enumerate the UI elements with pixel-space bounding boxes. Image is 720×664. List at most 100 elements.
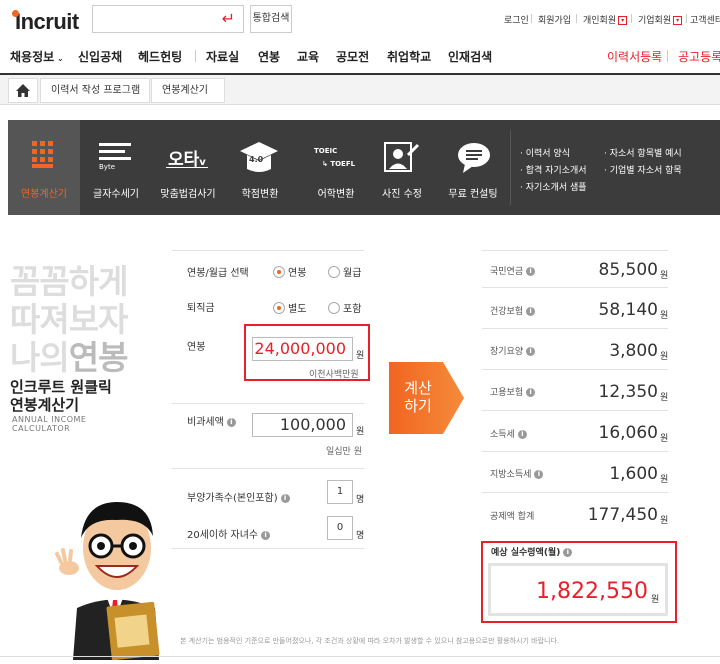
mascot-illustration (55, 502, 160, 660)
tool-free-consulting[interactable]: 무료 컨설팅 (438, 185, 508, 200)
radio-icon[interactable] (328, 301, 340, 314)
result-label-local-tax: 지방소득세 i (490, 467, 544, 480)
divider (172, 468, 364, 469)
info-icon[interactable]: i (261, 530, 271, 540)
info-icon[interactable]: i (563, 548, 573, 557)
nontax-unit: 원 (356, 427, 365, 437)
promo-title2: 연봉계산기 (10, 396, 80, 414)
radio-icon[interactable] (273, 265, 285, 278)
link-item-examples[interactable]: · 자소서 항목별 예시 (604, 146, 682, 159)
incruit-logo[interactable]: Incruit (10, 9, 79, 35)
link-resume-form[interactable]: · 이력서 양식 (520, 146, 570, 159)
breadcrumb-salary-calculator[interactable]: 연봉계산기 (151, 78, 225, 103)
info-icon[interactable]: i (280, 493, 290, 503)
result-value-income-tax: 16,060 (598, 423, 658, 443)
info-icon[interactable]: i (526, 307, 536, 316)
gnb-item-job-school[interactable]: 취업학교 (387, 48, 431, 65)
link-pass-self-intro[interactable]: · 합격 자기소개서 (520, 163, 587, 176)
tool-salary-calculator[interactable]: 연봉계산기 (8, 185, 80, 200)
signup-link[interactable]: 회원가입 (538, 13, 571, 26)
divider (172, 403, 364, 404)
children-input[interactable]: 0 (327, 516, 353, 540)
divider (510, 130, 511, 205)
result-label-pension: 국민연금 i (490, 264, 536, 277)
radio-included[interactable]: 포함 (328, 297, 361, 316)
gnb-job-post-register[interactable]: 공고등록 (678, 48, 720, 65)
info-icon[interactable]: i (534, 470, 544, 479)
info-icon[interactable]: i (526, 267, 536, 276)
enter-arrow-icon[interactable]: ↵ (222, 9, 235, 28)
won-unit: 원 (660, 311, 669, 321)
dependents-unit: 명 (356, 495, 365, 505)
typo-underline (166, 167, 208, 168)
search-button[interactable]: 통합검색 (250, 5, 292, 33)
divider (172, 250, 364, 251)
radio-separate[interactable]: 별도 (273, 297, 306, 316)
personal-member-link[interactable]: 개인회원 ▾ (583, 13, 628, 26)
gnb-resume-register[interactable]: 이력서등록 (607, 48, 662, 65)
chat-bubble-icon (458, 143, 490, 173)
gnb-item-headhunting[interactable]: 헤드헌팅 (138, 48, 182, 65)
divider (631, 14, 632, 23)
tool-char-count[interactable]: 글자수세기 (80, 185, 152, 200)
login-link[interactable]: 로그인 (504, 13, 529, 26)
gnb-item-salary[interactable]: 연봉 (258, 48, 280, 65)
search-input[interactable]: ↵ (92, 5, 244, 33)
dropdown-icon[interactable]: ▾ (673, 16, 683, 25)
won-unit: 원 (660, 393, 669, 403)
gnb-item-resources[interactable]: 자료실 (206, 48, 239, 65)
salary-label: 연봉 (187, 342, 206, 353)
won-unit: 원 (660, 352, 669, 362)
net-pay-unit: 원 (651, 595, 660, 605)
children-label: 20세이하 자녀수 i (187, 526, 271, 541)
tool-language-convert[interactable]: 어학변환 (296, 185, 376, 200)
page: Incruit ↵ 통합검색 로그인 회원가입 개인회원 ▾ 기업회원 ▾ 고객센터… (0, 0, 720, 664)
result-value-pension: 85,500 (598, 260, 658, 280)
gnb-item-contest[interactable]: 공모전 (336, 48, 369, 65)
gnb-item-jobs[interactable]: 채용정보 ⌄ (10, 48, 64, 65)
gnb-item-new-recruit[interactable]: 신입공채 (78, 48, 122, 65)
promo-line3: 나의연봉 (10, 338, 128, 377)
dependents-input[interactable]: 1 (327, 480, 353, 504)
info-icon[interactable]: i (517, 430, 527, 439)
won-unit: 원 (660, 271, 669, 281)
divider (482, 287, 668, 288)
tool-grade-convert[interactable]: 학점변환 (224, 185, 296, 200)
home-button[interactable] (8, 78, 38, 103)
nontax-input[interactable]: 100,000 (252, 413, 353, 437)
radio-annual[interactable]: 연봉 (273, 261, 306, 280)
disclaimer: 본 계산기는 범용적인 기준으로 만들어졌으나, 각 조건과 상황에 따라 오차… (180, 637, 560, 645)
company-member-link[interactable]: 기업회원 ▾ (638, 13, 683, 26)
toeic-toefl-icon: TOEIC ↳ TOEFL (314, 147, 356, 168)
tool-spell-check[interactable]: 맞춤법검사기 (152, 185, 224, 200)
salary-input[interactable]: 24,000,000 (252, 337, 353, 361)
won-unit: 원 (660, 516, 669, 526)
promo-sub2: CALCULATOR (12, 424, 71, 433)
divider (482, 492, 668, 493)
calculate-label: 계산 하기 (404, 379, 432, 415)
salary-type-label: 연봉/월급 선택 (187, 268, 249, 279)
result-value-total-deduction: 177,450 (587, 505, 658, 525)
info-icon[interactable]: i (526, 388, 536, 397)
info-icon[interactable]: i (526, 347, 536, 356)
customer-center-link[interactable]: 고객센터 (690, 13, 720, 26)
won-unit: 원 (660, 434, 669, 444)
gnb-item-education[interactable]: 교육 (297, 48, 319, 65)
dropdown-icon[interactable]: ▾ (618, 16, 628, 25)
info-icon[interactable]: i (226, 417, 236, 427)
link-company-items[interactable]: · 기업별 자소서 항목 (604, 163, 682, 176)
link-self-intro-sample[interactable]: · 자기소개서 샘플 (520, 180, 587, 193)
won-unit: 원 (660, 475, 669, 485)
bottom-divider (0, 656, 720, 657)
result-value-local-tax: 1,600 (609, 464, 658, 484)
gnb-item-talent-search[interactable]: 인재검색 (448, 48, 492, 65)
calculate-button[interactable]: 계산 하기 (389, 362, 464, 434)
radio-icon[interactable] (273, 301, 285, 314)
result-label-longterm: 장기요양 i (490, 344, 536, 357)
radio-icon[interactable] (328, 265, 340, 278)
breadcrumb-resume-program[interactable]: 이력서 작성 프로그램 (40, 78, 150, 103)
grade-label: 4.0 (249, 155, 264, 164)
nontax-korean: 일십만 원 (326, 447, 362, 457)
tool-photo-edit[interactable]: 사진 수정 (376, 185, 428, 200)
radio-monthly[interactable]: 월급 (328, 261, 361, 280)
